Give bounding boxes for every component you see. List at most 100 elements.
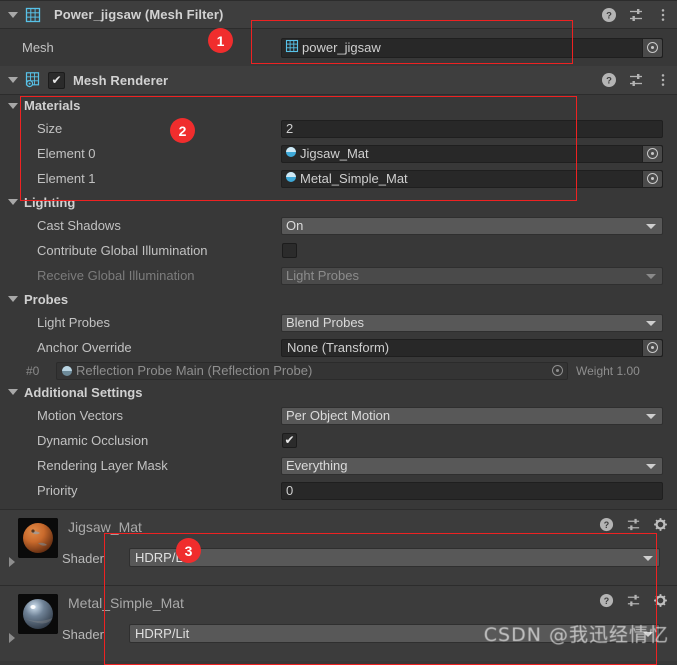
help-icon[interactable]: ?	[601, 7, 617, 23]
mesh-field-label: Mesh	[22, 40, 54, 55]
anchor-override-label: Anchor Override	[37, 340, 132, 355]
reflection-probe-field: Reflection Probe Main (Reflection Probe)	[56, 361, 568, 380]
materials-element-1-field[interactable]: Metal_Simple_Mat	[281, 169, 663, 188]
material-name: Metal_Simple_Mat	[68, 595, 184, 611]
shader-label: Shader	[62, 551, 104, 566]
reflection-probe-value: Reflection Probe Main (Reflection Probe)	[76, 363, 313, 378]
mesh-renderer-enabled-checkbox[interactable]: ✔	[48, 71, 65, 89]
shader-dropdown[interactable]: HDRP/Lit	[129, 548, 660, 567]
anchor-override-picker-button[interactable]	[642, 339, 662, 356]
materials-element-1-label: Element 1	[37, 171, 96, 186]
anchor-override-value: None (Transform)	[287, 340, 390, 355]
preset-icon[interactable]	[628, 72, 644, 88]
preset-icon[interactable]	[626, 517, 642, 533]
gear-icon[interactable]	[653, 517, 669, 533]
help-icon[interactable]: ?	[601, 72, 617, 88]
row-priority: Priority 0	[0, 478, 677, 503]
contribute-gi-checkbox[interactable]	[282, 243, 297, 258]
row-rendering-layer-mask: Rendering Layer Mask Everything	[0, 453, 677, 478]
section-header-lighting[interactable]: Lighting	[0, 191, 677, 213]
section-title-additional-settings: Additional Settings	[24, 384, 143, 400]
foldout-lighting[interactable]	[6, 195, 20, 209]
preset-icon[interactable]	[628, 7, 644, 23]
foldout-mesh-filter[interactable]	[6, 8, 20, 22]
material-thumbnail	[18, 518, 58, 558]
component-header-mesh-filter[interactable]: Power_jigsaw (Mesh Filter) ?	[0, 0, 677, 29]
materials-element-0-value: Jigsaw_Mat	[300, 146, 369, 161]
material-asset-icon	[285, 146, 297, 161]
svg-text:?: ?	[606, 11, 612, 22]
chevron-down-icon	[643, 631, 653, 637]
receive-gi-label: Receive Global Illumination	[37, 268, 195, 283]
motion-vectors-label: Motion Vectors	[37, 408, 123, 423]
row-receive-gi: Receive Global Illumination Light Probes	[0, 263, 677, 288]
preset-icon[interactable]	[626, 593, 642, 609]
material-preview-jigsaw-mat[interactable]: Jigsaw_Mat Shader HDRP/Lit ?	[0, 509, 677, 585]
receive-gi-value: Light Probes	[286, 268, 359, 283]
foldout-materials[interactable]	[6, 99, 20, 113]
row-dynamic-occlusion: Dynamic Occlusion ✔	[0, 428, 677, 453]
reflection-probe-index: #0	[26, 363, 40, 378]
light-probes-dropdown[interactable]: Blend Probes	[281, 313, 663, 332]
section-header-additional-settings[interactable]: Additional Settings	[0, 381, 677, 403]
dynamic-occlusion-checkbox[interactable]: ✔	[282, 433, 297, 448]
chevron-down-icon	[643, 555, 653, 561]
materials-element-1-value: Metal_Simple_Mat	[300, 171, 408, 186]
foldout-probes[interactable]	[6, 292, 20, 306]
chevron-down-icon	[646, 320, 656, 326]
gear-icon[interactable]	[653, 593, 669, 609]
anchor-override-field[interactable]: None (Transform)	[281, 338, 663, 357]
mesh-object-value: power_jigsaw	[302, 40, 381, 55]
material-asset-icon	[285, 171, 297, 186]
mesh-object-picker-button[interactable]	[642, 38, 662, 57]
more-options-icon[interactable]	[655, 7, 671, 23]
row-materials-element-0: Element 0 Jigsaw_Mat	[0, 141, 677, 166]
motion-vectors-dropdown[interactable]: Per Object Motion	[281, 406, 663, 425]
help-icon[interactable]: ?	[599, 517, 615, 533]
help-icon[interactable]: ?	[599, 593, 615, 609]
shader-dropdown[interactable]: HDRP/Lit	[129, 624, 660, 643]
foldout-additional-settings[interactable]	[6, 385, 20, 399]
priority-input[interactable]: 0	[281, 481, 663, 500]
cast-shadows-dropdown[interactable]: On	[281, 216, 663, 235]
annotation-badge-3: 3	[176, 538, 201, 563]
chevron-down-icon	[646, 463, 656, 469]
materials-element-1-picker-button[interactable]	[642, 170, 662, 187]
shader-label: Shader	[62, 627, 104, 642]
row-contribute-gi: Contribute Global Illumination	[0, 238, 677, 263]
reflection-probe-icon	[61, 365, 73, 377]
row-cast-shadows: Cast Shadows On	[0, 213, 677, 238]
row-materials-element-1: Element 1 Metal_Simple_Mat	[0, 166, 677, 191]
component-header-mesh-renderer[interactable]: ✔ Mesh Renderer ?	[0, 66, 677, 95]
materials-size-input[interactable]: 2	[281, 119, 663, 138]
annotation-badge-2: 2	[170, 118, 195, 143]
row-motion-vectors: Motion Vectors Per Object Motion	[0, 403, 677, 428]
priority-label: Priority	[37, 483, 78, 498]
row-anchor-override: Anchor Override None (Transform)	[0, 335, 677, 360]
reflection-probe-picker-button	[548, 364, 566, 378]
foldout-mesh-renderer[interactable]	[6, 73, 20, 87]
section-header-materials[interactable]: Materials	[0, 95, 677, 116]
chevron-down-icon	[646, 273, 656, 279]
material-preview-metal-simple-mat[interactable]: Metal_Simple_Mat Shader HDRP/Lit ?	[0, 585, 677, 661]
more-options-icon[interactable]	[655, 72, 671, 88]
mesh-object-field[interactable]: power_jigsaw	[281, 37, 663, 58]
rendering-layer-mask-label: Rendering Layer Mask	[37, 458, 168, 473]
motion-vectors-value: Per Object Motion	[286, 408, 391, 423]
materials-size-value: 2	[286, 121, 294, 136]
chevron-down-icon	[646, 223, 656, 229]
section-header-probes[interactable]: Probes	[0, 288, 677, 310]
materials-element-0-field[interactable]: Jigsaw_Mat	[281, 144, 663, 163]
mesh-filter-icon	[24, 6, 42, 24]
mesh-renderer-header-icons: ?	[601, 66, 671, 94]
rendering-layer-mask-dropdown[interactable]: Everything	[281, 456, 663, 475]
row-light-probes: Light Probes Blend Probes	[0, 310, 677, 335]
mesh-renderer-icon	[24, 71, 42, 89]
light-probes-label: Light Probes	[37, 315, 110, 330]
materials-element-0-picker-button[interactable]	[642, 145, 662, 162]
foldout-material-jigsaw[interactable]	[5, 555, 19, 569]
unity-inspector-panel: Power_jigsaw (Mesh Filter) ? Mesh power_…	[0, 0, 677, 665]
priority-value: 0	[286, 483, 294, 498]
foldout-material-metal[interactable]	[5, 631, 19, 645]
annotation-badge-1: 1	[208, 28, 233, 53]
